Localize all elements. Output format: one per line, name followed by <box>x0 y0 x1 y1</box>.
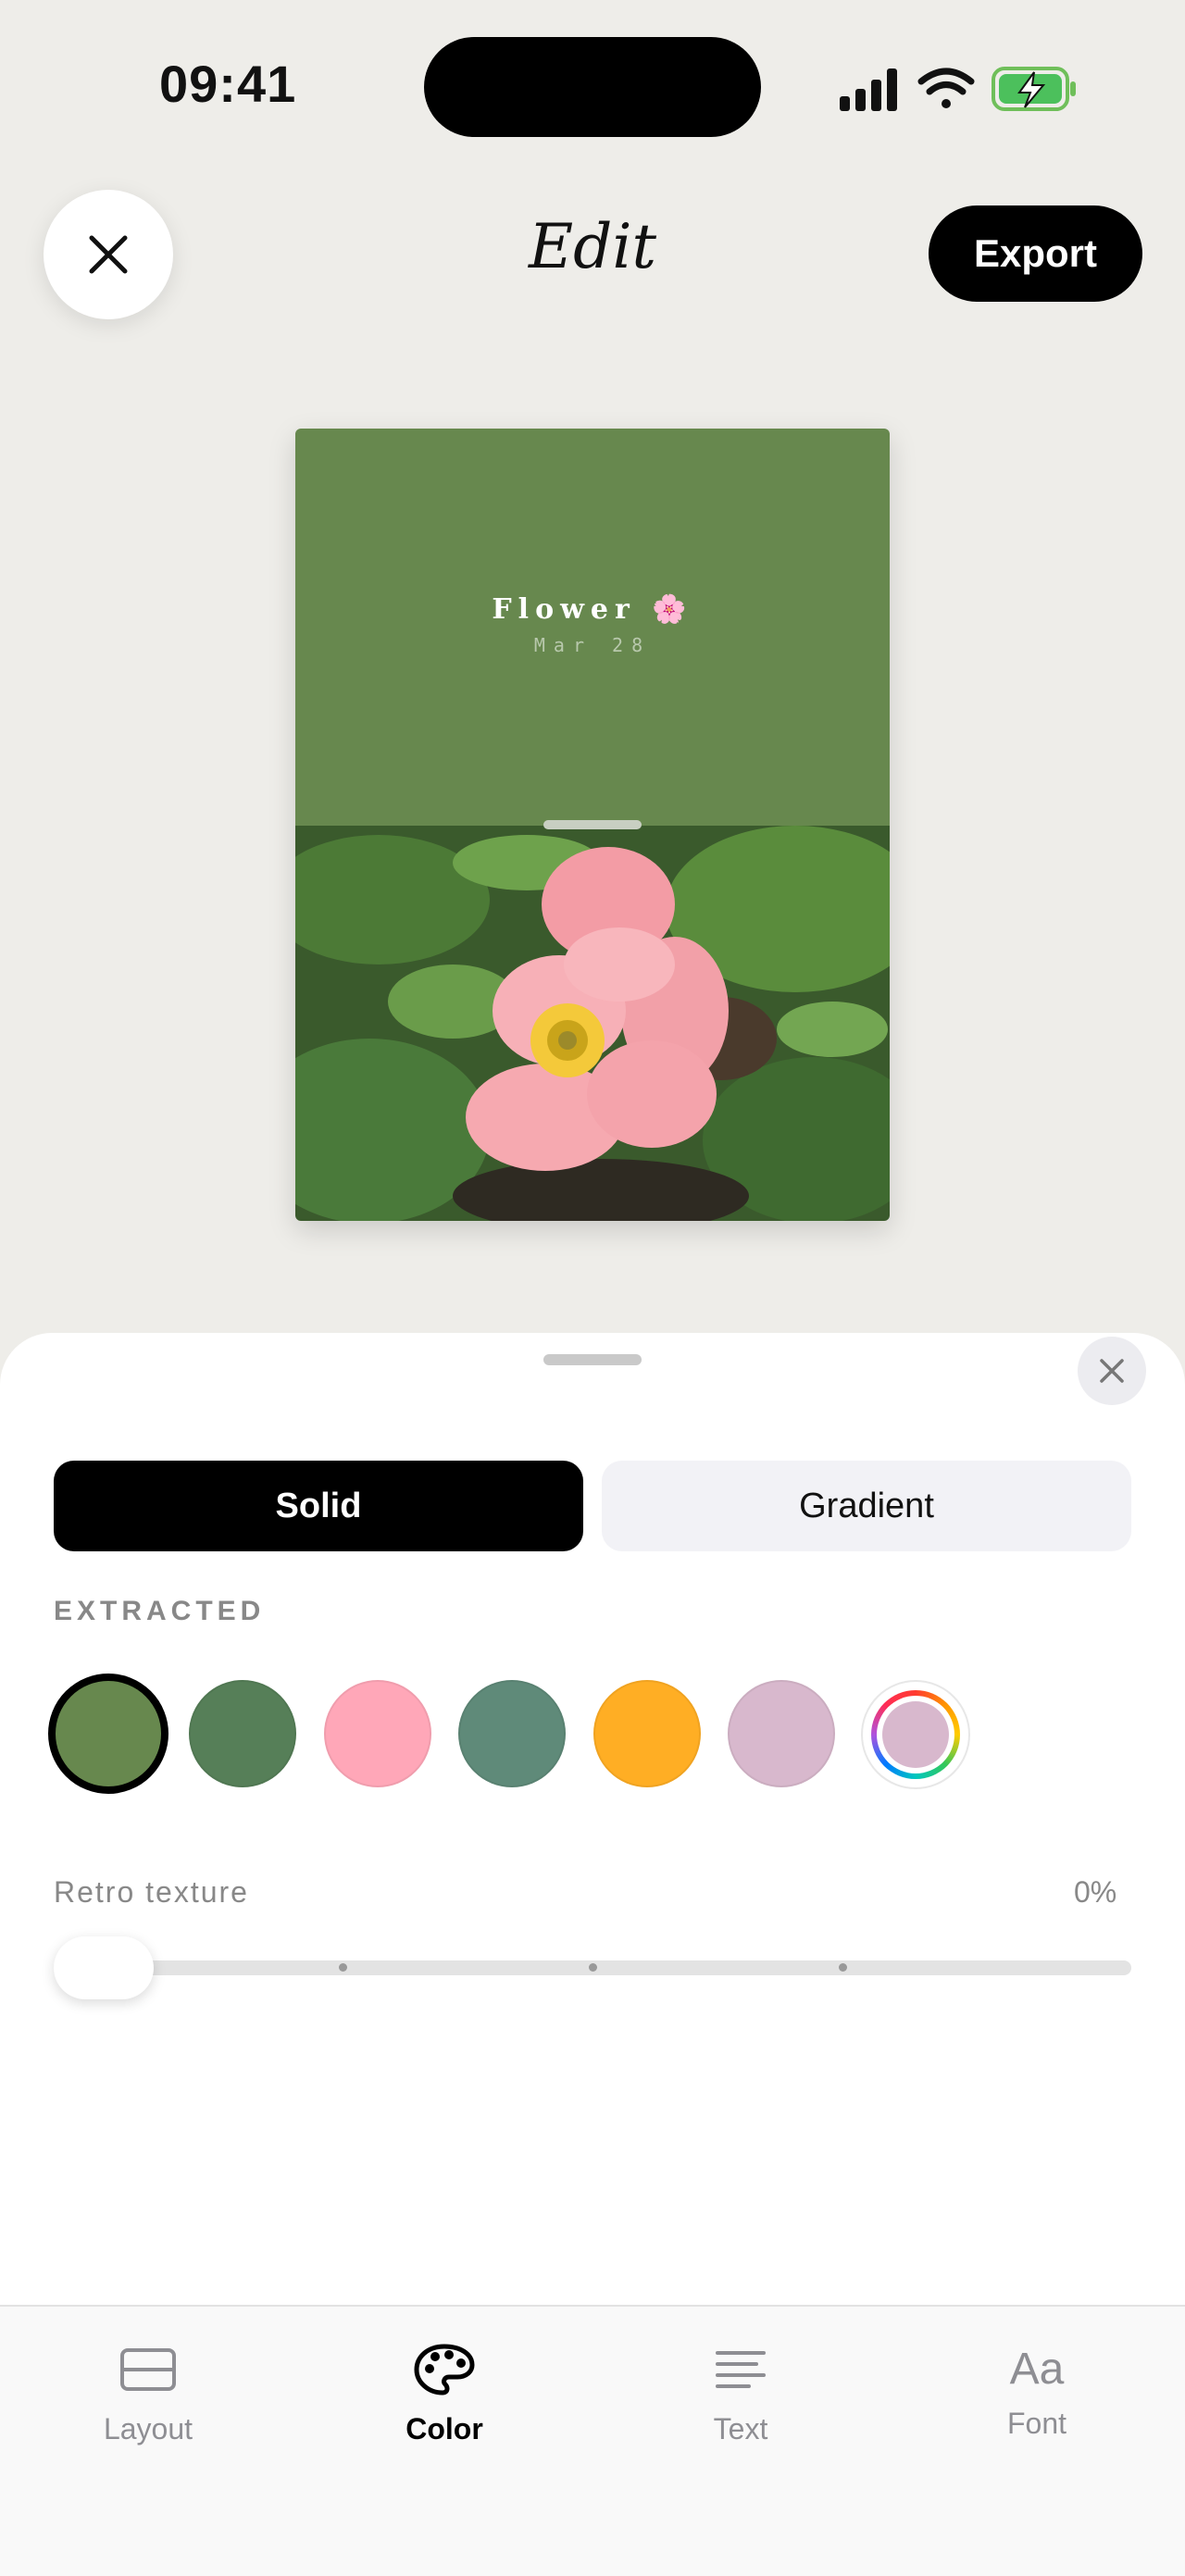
card-title[interactable]: Flower 🌸 <box>295 593 890 626</box>
extracted-label: EXTRACTED <box>54 1596 266 1626</box>
page-title: Edit <box>528 211 657 282</box>
tab-label: Color <box>405 2412 483 2445</box>
retro-texture-slider-thumb[interactable] <box>54 1936 154 1999</box>
tab-layout[interactable]: Layout <box>46 2342 250 2446</box>
tab-color[interactable]: Color <box>343 2342 546 2446</box>
sheet-grabber[interactable] <box>543 1354 642 1365</box>
color-swatch[interactable] <box>48 1674 168 1794</box>
color-swatch[interactable] <box>593 1680 701 1787</box>
close-icon <box>89 235 128 274</box>
segment-solid[interactable]: Solid <box>54 1461 583 1551</box>
flower-photo <box>295 826 890 1221</box>
layout-icon <box>120 2348 176 2391</box>
close-icon <box>1100 1359 1124 1383</box>
tab-text[interactable]: Text <box>639 2342 842 2446</box>
text-lines-icon <box>716 2351 766 2388</box>
segment-gradient[interactable]: Gradient <box>602 1461 1131 1551</box>
color-swatch[interactable] <box>324 1680 431 1787</box>
card-title-text: Flower <box>492 593 636 626</box>
wifi-icon <box>917 68 975 108</box>
tab-label: Text <box>713 2412 768 2445</box>
palette-icon <box>414 2344 475 2396</box>
color-swatch[interactable] <box>458 1680 566 1787</box>
card-preview[interactable]: Flower 🌸 Mar 28 <box>295 429 890 1221</box>
dynamic-island <box>424 37 761 137</box>
status-icons <box>840 67 1076 111</box>
tab-font[interactable]: Aa Font <box>935 2342 1139 2441</box>
card-title-emoji: 🌸 <box>652 593 693 626</box>
tab-label: Layout <box>103 2412 193 2445</box>
font-aa-icon: Aa <box>1009 2345 1065 2394</box>
status-time: 09:41 <box>159 55 297 113</box>
card-date: Mar 28 <box>533 634 652 656</box>
slider-tick <box>589 1963 597 1972</box>
slider-tick <box>339 1963 347 1972</box>
card-resize-handle[interactable] <box>543 820 642 829</box>
export-button[interactable]: Export <box>929 205 1142 302</box>
custom-color-picker[interactable] <box>861 1680 970 1789</box>
retro-texture-value: 0% <box>1074 1875 1117 1909</box>
cellular-signal-icon <box>840 68 897 111</box>
tab-label: Font <box>1006 2407 1067 2440</box>
retro-texture-label: Retro texture <box>54 1875 249 1909</box>
color-wheel-icon <box>871 1690 960 1779</box>
battery-charging-icon <box>992 67 1076 111</box>
slider-tick <box>839 1963 847 1972</box>
color-swatch[interactable] <box>189 1680 296 1787</box>
card-color-block <box>295 429 890 826</box>
close-button[interactable] <box>44 190 173 319</box>
color-swatch[interactable] <box>728 1680 835 1787</box>
sheet-close-button[interactable] <box>1078 1337 1146 1405</box>
